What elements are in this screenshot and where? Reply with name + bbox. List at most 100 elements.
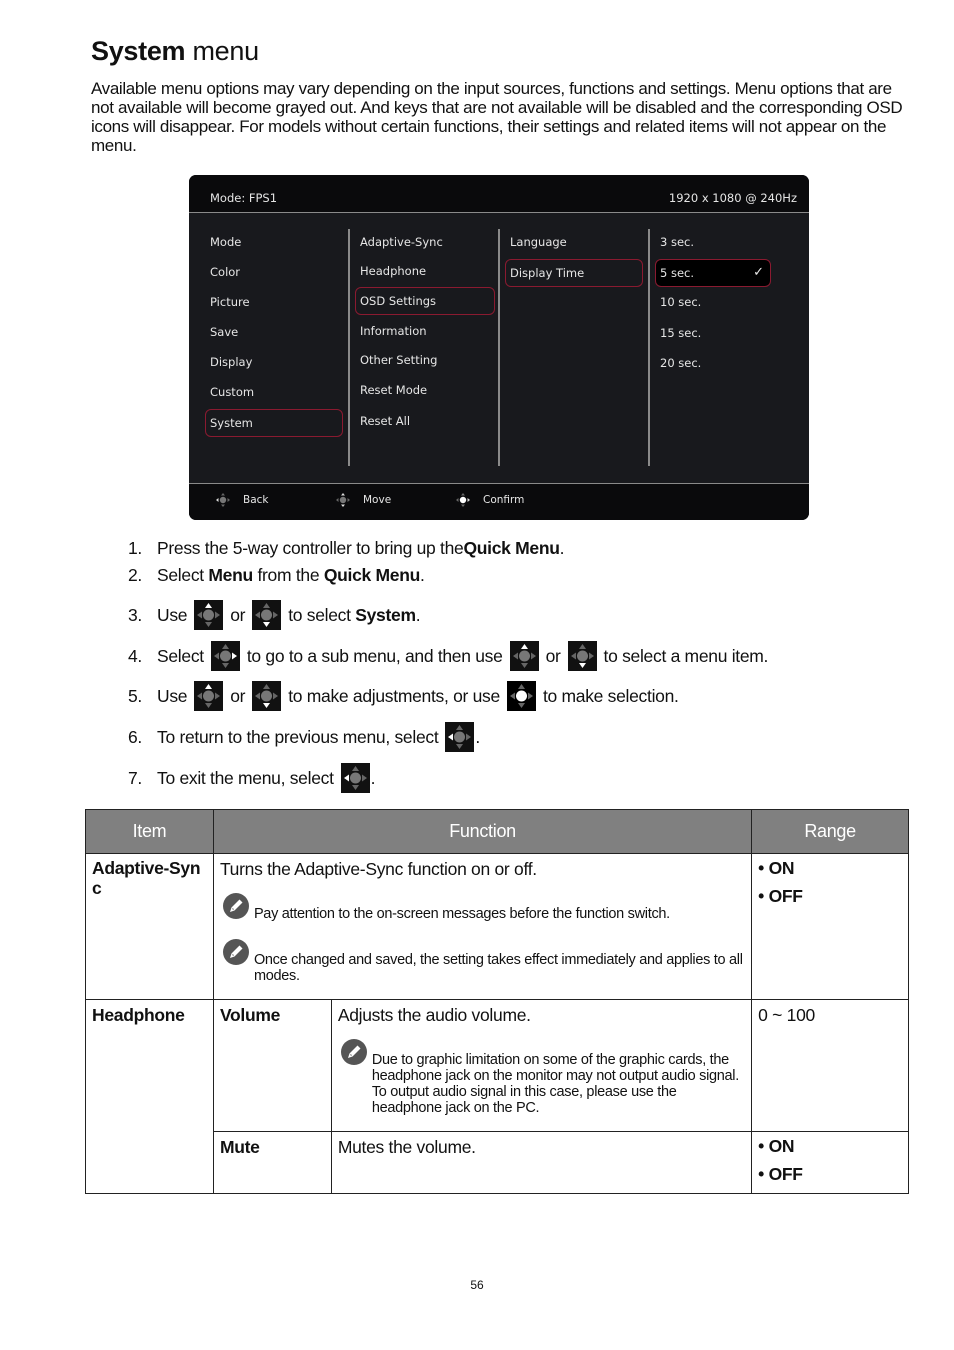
item-cell: Adaptive-Sync [85,853,214,1000]
osd-back-label: Back [243,493,269,506]
header-item: Item [85,809,214,854]
step-number: 6. [128,726,142,747]
step-text: Select [157,645,204,666]
step-text: . [415,604,421,625]
osd-item-save[interactable]: Save [205,322,238,342]
osd-item-other-setting[interactable]: Other Setting [355,350,438,370]
range-cell: • ON • OFF [751,853,909,1000]
osd-item-display[interactable]: Display [205,352,252,372]
function-text: Adjusts the audio volume. [337,1005,531,1025]
table-header-row: Item Function Range [85,809,909,854]
step-6: 6. To return to the previous menu, selec… [128,721,480,753]
osd-menu-screenshot: Mode: FPS1 1920 x 1080 @ 240Hz Mode Colo… [189,175,809,520]
step-bold: Quick Menu [323,564,421,585]
controller-confirm-icon [456,492,470,507]
checkmark-icon: ✓ [753,265,764,280]
osd-item-reset-mode[interactable]: Reset Mode [355,380,427,400]
header-range: Range [751,809,909,854]
osd-confirm-label: Confirm [483,493,525,506]
step-2: 2. Select Menu from the Quick Menu. [128,559,425,591]
controller-left-icon [445,722,475,752]
step-3: 3. Use or to select System. [128,599,421,631]
controller-up-icon [194,681,224,711]
function-cell: Mutes the volume. [330,1131,753,1194]
step-text: to select a menu item. [603,645,769,666]
subitem-cell: Mute [212,1131,332,1194]
osd-item-display-time-selected[interactable]: Display Time [505,259,643,287]
table-row: Headphone Volume Adjusts the audio volum… [85,999,909,1194]
range-option: • ON [758,858,795,878]
controller-confirm-icon [506,681,536,711]
osd-mode-label: Mode: FPS1 [210,191,278,205]
step-number: 1. [128,537,142,558]
function-cell: Turns the Adaptive-Sync function on or o… [212,853,753,1000]
function-text: Turns the Adaptive-Sync function on or o… [219,859,537,879]
step-number: 4. [128,645,142,666]
step-text: Press the 5-way controller to bring up t… [157,537,464,558]
pencil-note-icon [222,893,249,919]
step-text: . [559,537,565,558]
step-text: . [370,767,376,788]
osd-option-15-sec[interactable]: 15 sec. [655,323,701,343]
osd-item-color[interactable]: Color [205,262,240,282]
step-5: 5. Use or to make adjustments, or use to… [128,680,679,712]
step-text: or [545,645,561,666]
osd-item-osd-settings-selected[interactable]: OSD Settings [355,287,495,315]
osd-option-3-sec[interactable]: 3 sec. [655,232,694,252]
controller-left-icon [340,763,370,793]
note: Once changed and saved, the setting take… [220,939,745,984]
range-cell: • ON • OFF [751,1131,909,1194]
osd-item-custom[interactable]: Custom [205,382,254,402]
step-text: Use [157,685,188,706]
osd-resolution-label: 1920 x 1080 @ 240Hz [668,191,797,205]
osd-item-mode[interactable]: Mode [205,232,241,252]
controller-up-icon [194,600,224,630]
range-option: • OFF [758,886,803,906]
controller-updown-icon [336,492,350,507]
osd-item-language[interactable]: Language [505,232,567,252]
step-text: To exit the menu, select [157,767,334,788]
osd-column-main: Mode Color Picture Save Display Custom S… [205,229,345,466]
step-text: To return to the previous menu, select [157,726,439,747]
osd-column-display-time: 3 sec. 5 sec. ✓ 10 sec. 15 sec. 20 sec. [655,229,795,466]
pencil-note-icon [222,939,249,965]
osd-item-information[interactable]: Information [355,321,427,341]
function-table: Item Function Range Adaptive-Sync Turns … [85,809,909,1194]
note-text: Due to graphic limitation on some of the… [371,1052,739,1116]
osd-option-20-sec[interactable]: 20 sec. [655,353,701,373]
step-text: or [230,685,246,706]
step-text: to go to a sub menu, and then use [246,645,503,666]
step-text: to select [288,604,356,625]
page-number: 56 [470,1278,484,1292]
osd-item-reset-all[interactable]: Reset All [355,411,410,431]
osd-item-picture[interactable]: Picture [205,292,250,312]
step-bold: Quick Menu [463,537,560,558]
header-function: Function [212,809,753,854]
controller-right-icon [210,641,240,671]
osd-move-label: Move [363,493,392,506]
osd-option-label: 5 sec. [660,266,695,280]
step-number: 5. [128,685,142,706]
osd-divider [498,229,500,466]
intro-paragraph: Available menu options may vary dependin… [91,79,903,155]
step-text: . [420,564,425,585]
step-4: 4. Select to go to a sub menu, and then … [128,640,768,672]
osd-move-hint: Move [335,484,391,520]
step-number: 3. [128,604,142,625]
osd-item-system-selected[interactable]: System [205,409,343,437]
step-number: 2. [128,564,142,585]
osd-back-hint: Back [215,484,269,520]
controller-left-icon [216,492,230,507]
note-text: Pay attention to the on-screen messages … [253,906,670,922]
osd-item-adaptive-sync[interactable]: Adaptive-Sync [355,232,443,252]
osd-divider [648,229,650,466]
osd-item-headphone[interactable]: Headphone [355,261,426,281]
item-cell: Headphone [85,999,214,1194]
osd-option-10-sec[interactable]: 10 sec. [655,292,701,312]
step-text: from the [252,564,324,585]
step-text: . [475,726,480,747]
osd-option-5-sec-selected[interactable]: 5 sec. ✓ [655,259,771,287]
osd-header: Mode: FPS1 1920 x 1080 @ 240Hz [189,175,809,213]
osd-column-system: Adaptive-Sync Headphone OSD Settings Inf… [355,229,495,466]
osd-footer: Back Move Confirm [189,483,809,520]
